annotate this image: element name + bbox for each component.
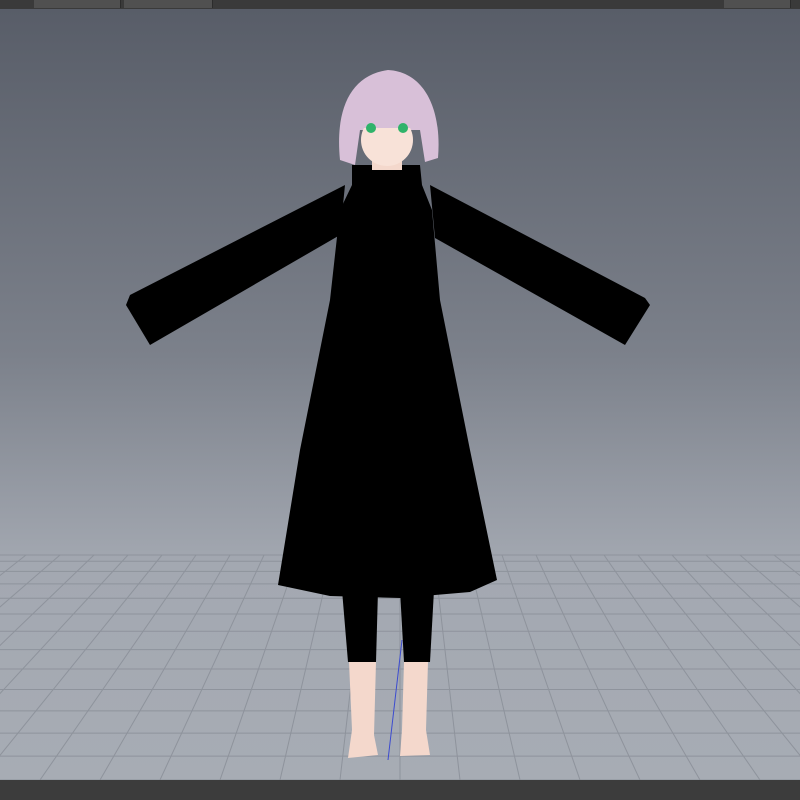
scene <box>0 70 800 780</box>
grid-line <box>501 554 581 780</box>
bottom-bar <box>0 780 800 800</box>
grid-line <box>535 554 641 780</box>
grid-line <box>99 554 231 780</box>
grid-line <box>0 554 95 647</box>
toolbar-tab-right[interactable] <box>724 0 791 8</box>
toolbar-tab-1[interactable] <box>34 0 121 8</box>
top-toolbar <box>0 0 800 9</box>
grid-line <box>739 554 800 608</box>
grid-line <box>39 554 197 780</box>
grid-line <box>603 554 761 780</box>
grid-line <box>219 554 299 780</box>
toolbar-tab-2[interactable] <box>124 0 213 8</box>
3d-viewport[interactable] <box>0 9 800 780</box>
grid-line <box>569 554 701 780</box>
grid-line <box>705 554 800 647</box>
grid-line <box>159 554 265 780</box>
right-eye <box>398 123 408 133</box>
left-eye <box>366 123 376 133</box>
grid-line <box>773 554 800 577</box>
grid-line <box>0 554 27 577</box>
grid-line <box>0 554 61 608</box>
character-model <box>126 70 650 758</box>
right-sleeve <box>430 185 650 345</box>
left-sleeve <box>126 185 345 345</box>
left-leg <box>348 662 378 758</box>
right-legging <box>400 590 434 662</box>
right-leg <box>400 662 430 756</box>
left-legging <box>342 590 378 662</box>
